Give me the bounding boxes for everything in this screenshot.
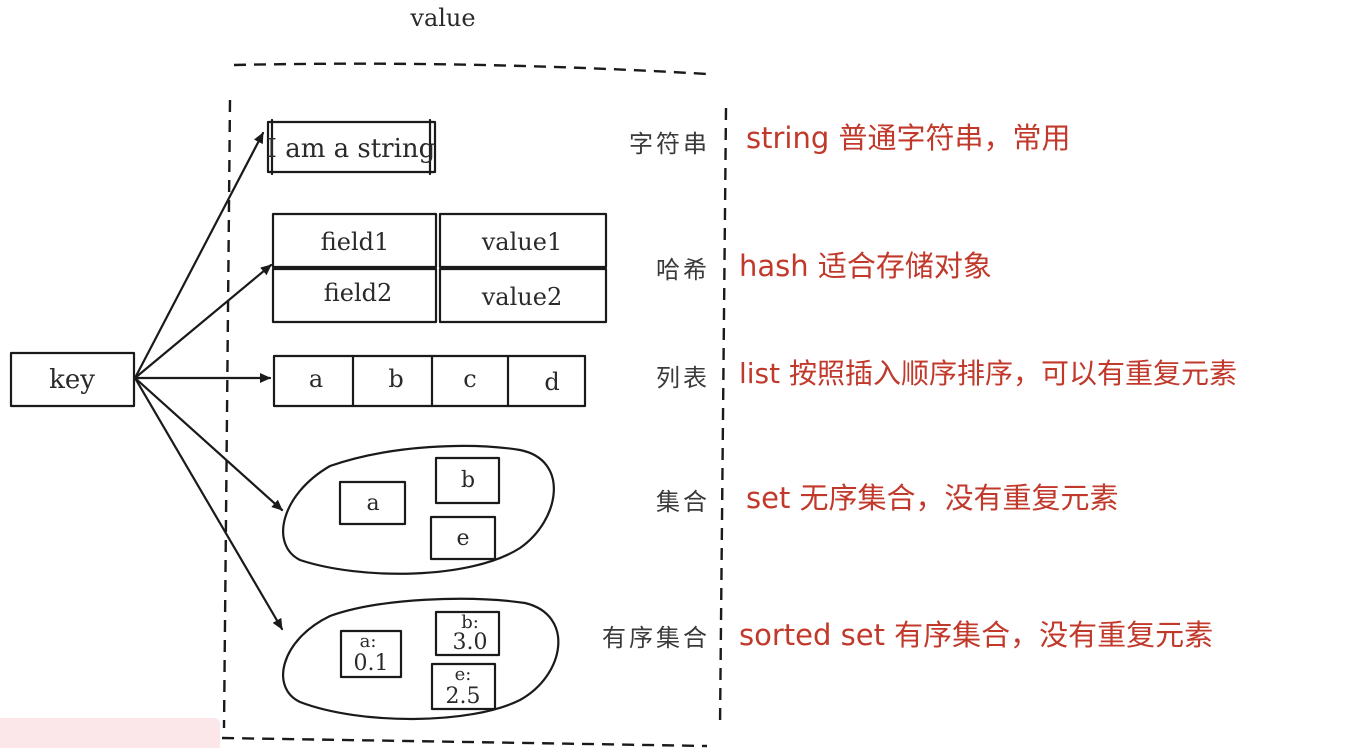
hash-field-1: field1	[321, 228, 390, 256]
hash-value: field1 value1 field2 value2	[271, 212, 608, 324]
zset-score-b: 3.0	[453, 630, 488, 655]
list-item-b: b	[388, 365, 403, 393]
key-arrows	[133, 131, 284, 631]
hash-value-2: value2	[481, 283, 562, 311]
set-item-a: a	[366, 491, 379, 516]
sorted-set-value: a: 0.1 b: 3.0 e: 2.5	[282, 597, 560, 721]
value-header-label: value	[409, 4, 475, 32]
cn-label-hash: 哈希	[656, 256, 710, 284]
zset-score-a: 0.1	[354, 651, 389, 676]
zset-member-a: a:	[360, 631, 377, 652]
string-content: I am a string	[267, 134, 436, 164]
list-value: a b c d	[272, 354, 587, 408]
arrow-to-set	[133, 376, 284, 512]
desc-list: list 按照插入顺序排序，可以有重复元素	[739, 357, 1238, 390]
zset-member-e: e:	[455, 664, 472, 685]
string-value: I am a string	[267, 118, 437, 176]
set-value: a b e	[282, 444, 555, 575]
list-item-c: c	[463, 365, 476, 393]
bottom-left-overlay	[0, 718, 220, 748]
desc-string: string 普通字符串，常用	[746, 121, 1071, 155]
key-box: key	[9, 351, 136, 408]
hash-value-1: value1	[481, 228, 562, 256]
hash-field-2: field2	[324, 279, 393, 307]
arrow-to-string	[133, 131, 265, 380]
desc-hash: hash 适合存储对象	[739, 249, 992, 283]
set-item-b: b	[461, 468, 475, 493]
zset-score-e: 2.5	[446, 684, 481, 709]
list-item-a: a	[309, 365, 323, 393]
cn-label-list: 列表	[656, 364, 710, 392]
desc-zset: sorted set 有序集合，没有重复元素	[739, 618, 1214, 652]
cn-label-string: 字符串	[629, 130, 710, 158]
cn-label-set: 集合	[656, 488, 710, 516]
set-item-e: e	[456, 526, 469, 551]
arrow-to-zset	[133, 376, 284, 631]
cn-label-zset: 有序集合	[602, 624, 710, 652]
arrow-to-hash	[133, 263, 273, 380]
key-label: key	[49, 365, 95, 395]
desc-set: set 无序集合，没有重复元素	[746, 481, 1119, 515]
list-item-d: d	[544, 368, 559, 396]
